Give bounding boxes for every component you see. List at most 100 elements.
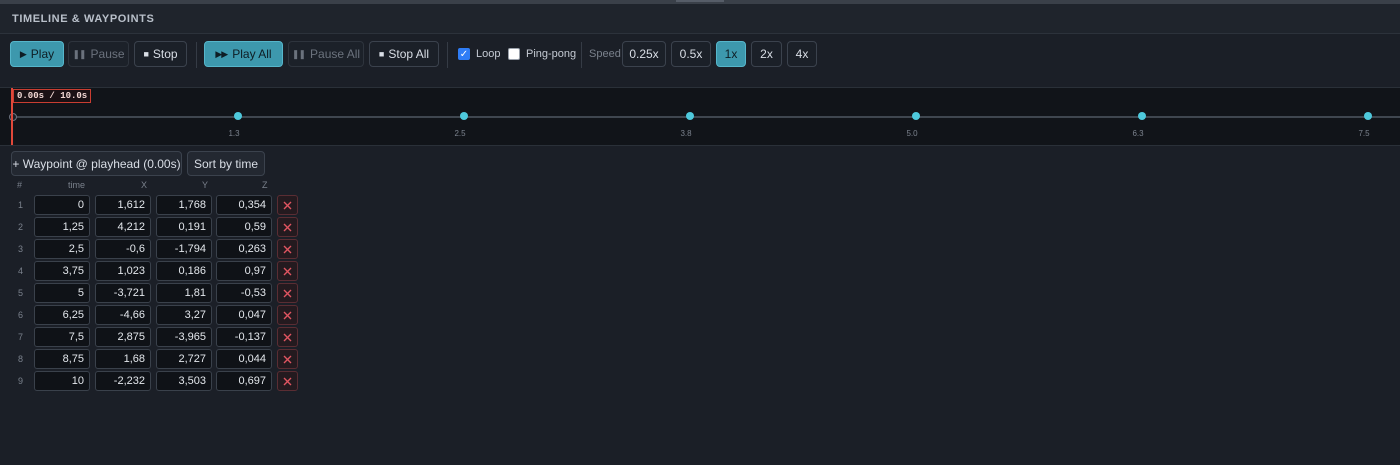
time-input[interactable]: 2,5	[34, 239, 90, 259]
y-input[interactable]: -3,965	[156, 327, 212, 347]
delete-waypoint-button[interactable]	[277, 261, 298, 281]
x-input[interactable]: 1,68	[95, 349, 151, 369]
stop-label: Stop	[152, 47, 178, 61]
speed-0.25x-button[interactable]: 0.25x	[622, 41, 666, 67]
timeline-tick: 2.5	[454, 129, 466, 138]
delete-waypoint-button[interactable]	[277, 239, 298, 259]
pause-button[interactable]: ❚❚ Pause	[68, 41, 129, 67]
sort-by-time-button[interactable]: Sort by time	[187, 151, 265, 176]
stop-all-button[interactable]: ■ Stop All	[369, 41, 439, 67]
row-index: 8	[18, 354, 24, 364]
row-index: 9	[18, 376, 24, 386]
waypoint-marker[interactable]	[686, 112, 694, 120]
pause-all-label: Pause All	[310, 47, 361, 61]
x-input[interactable]: -3,721	[95, 283, 151, 303]
pause-all-button[interactable]: ❚❚ Pause All	[288, 41, 364, 67]
waypoint-marker[interactable]	[460, 112, 468, 120]
waypoint-marker[interactable]	[912, 112, 920, 120]
delete-waypoint-button[interactable]	[277, 349, 298, 369]
play-icon: ▶	[19, 48, 27, 59]
y-input[interactable]: 1,768	[156, 195, 212, 215]
time-input[interactable]: 8,75	[34, 349, 90, 369]
z-input[interactable]: -0,53	[216, 283, 272, 303]
pingpong-checkbox[interactable]	[508, 48, 520, 60]
row-index: 7	[18, 332, 24, 342]
time-input[interactable]: 6,25	[34, 305, 90, 325]
x-input[interactable]: 4,212	[95, 217, 151, 237]
delete-waypoint-button[interactable]	[277, 305, 298, 325]
pause-icon: ❚❚	[72, 48, 86, 59]
x-input[interactable]: 1,023	[95, 261, 151, 281]
z-input[interactable]: 0,354	[216, 195, 272, 215]
play-all-label: Play All	[232, 47, 272, 61]
z-input[interactable]: 0,97	[216, 261, 272, 281]
delete-waypoint-button[interactable]	[277, 217, 298, 237]
checkmark-icon: ✓	[459, 48, 469, 60]
timeline-tick: 5.0	[906, 129, 918, 138]
panel-header: TIMELINE & WAYPOINTS	[0, 4, 1400, 34]
close-icon	[283, 267, 292, 275]
z-input[interactable]: 0,044	[216, 349, 272, 369]
waypoint-marker[interactable]	[1138, 112, 1146, 120]
speed-label: Speed	[589, 48, 621, 60]
z-input[interactable]: -0,137	[216, 327, 272, 347]
x-input[interactable]: -2,232	[95, 371, 151, 391]
pingpong-label: Ping-pong	[526, 48, 577, 60]
y-input[interactable]: 1,81	[156, 283, 212, 303]
time-input[interactable]: 5	[34, 283, 90, 303]
loop-checkbox[interactable]: ✓	[458, 48, 470, 60]
y-input[interactable]: 0,191	[156, 217, 212, 237]
y-input[interactable]: 3,27	[156, 305, 212, 325]
row-index: 5	[18, 288, 24, 298]
x-input[interactable]: 2,875	[95, 327, 151, 347]
panel-title: TIMELINE & WAYPOINTS	[12, 13, 155, 25]
header-time: time	[68, 180, 86, 190]
stop-button[interactable]: ■ Stop	[134, 41, 187, 67]
play-button[interactable]: ▶ Play	[10, 41, 64, 67]
resize-grip[interactable]	[676, 0, 724, 2]
close-icon	[283, 223, 292, 231]
header-z: Z	[262, 180, 268, 190]
add-waypoint-button[interactable]: + Waypoint @ playhead (0.00s)	[11, 151, 182, 176]
time-input[interactable]: 3,75	[34, 261, 90, 281]
waypoint-marker[interactable]	[1364, 112, 1372, 120]
speed-1x-button[interactable]: 1x	[716, 41, 746, 67]
time-input[interactable]: 0	[34, 195, 90, 215]
z-input[interactable]: 0,697	[216, 371, 272, 391]
timeline-track-area[interactable]: 1.3 2.5 3.8 5.0 6.3 7.5 0.00s / 10.0s	[0, 87, 1400, 146]
time-input[interactable]: 10	[34, 371, 90, 391]
playback-toolbar: ▶ Play ❚❚ Pause ■ Stop ▶▶ Play All ❚❚ Pause A…	[0, 34, 1400, 86]
toolbar-divider	[196, 42, 197, 68]
play-label: Play	[30, 47, 55, 61]
y-input[interactable]: 3,503	[156, 371, 212, 391]
timeline-tick: 6.3	[1132, 129, 1144, 138]
speed-4x-button[interactable]: 4x	[787, 41, 817, 67]
speed-0.5x-button[interactable]: 0.5x	[671, 41, 711, 67]
y-input[interactable]: 0,186	[156, 261, 212, 281]
delete-waypoint-button[interactable]	[277, 195, 298, 215]
timeline-tick: 3.8	[680, 129, 692, 138]
playhead-time-label: 0.00s / 10.0s	[13, 89, 92, 103]
delete-waypoint-button[interactable]	[277, 327, 298, 347]
close-icon	[283, 311, 292, 319]
time-input[interactable]: 1,25	[34, 217, 90, 237]
row-index: 6	[18, 310, 24, 320]
waypoint-marker[interactable]	[234, 112, 242, 120]
speed-2x-button[interactable]: 2x	[751, 41, 782, 67]
y-input[interactable]: -1,794	[156, 239, 212, 259]
y-input[interactable]: 2,727	[156, 349, 212, 369]
x-input[interactable]: -4,66	[95, 305, 151, 325]
delete-waypoint-button[interactable]	[277, 283, 298, 303]
x-input[interactable]: 1,612	[95, 195, 151, 215]
z-input[interactable]: 0,047	[216, 305, 272, 325]
delete-waypoint-button[interactable]	[277, 371, 298, 391]
time-input[interactable]: 7,5	[34, 327, 90, 347]
z-input[interactable]: 0,263	[216, 239, 272, 259]
x-input[interactable]: -0,6	[95, 239, 151, 259]
close-icon	[283, 355, 292, 363]
timeline-track	[12, 116, 1400, 118]
play-all-button[interactable]: ▶▶ Play All	[204, 41, 283, 67]
close-icon	[283, 289, 292, 297]
z-input[interactable]: 0,59	[216, 217, 272, 237]
close-icon	[283, 201, 292, 209]
